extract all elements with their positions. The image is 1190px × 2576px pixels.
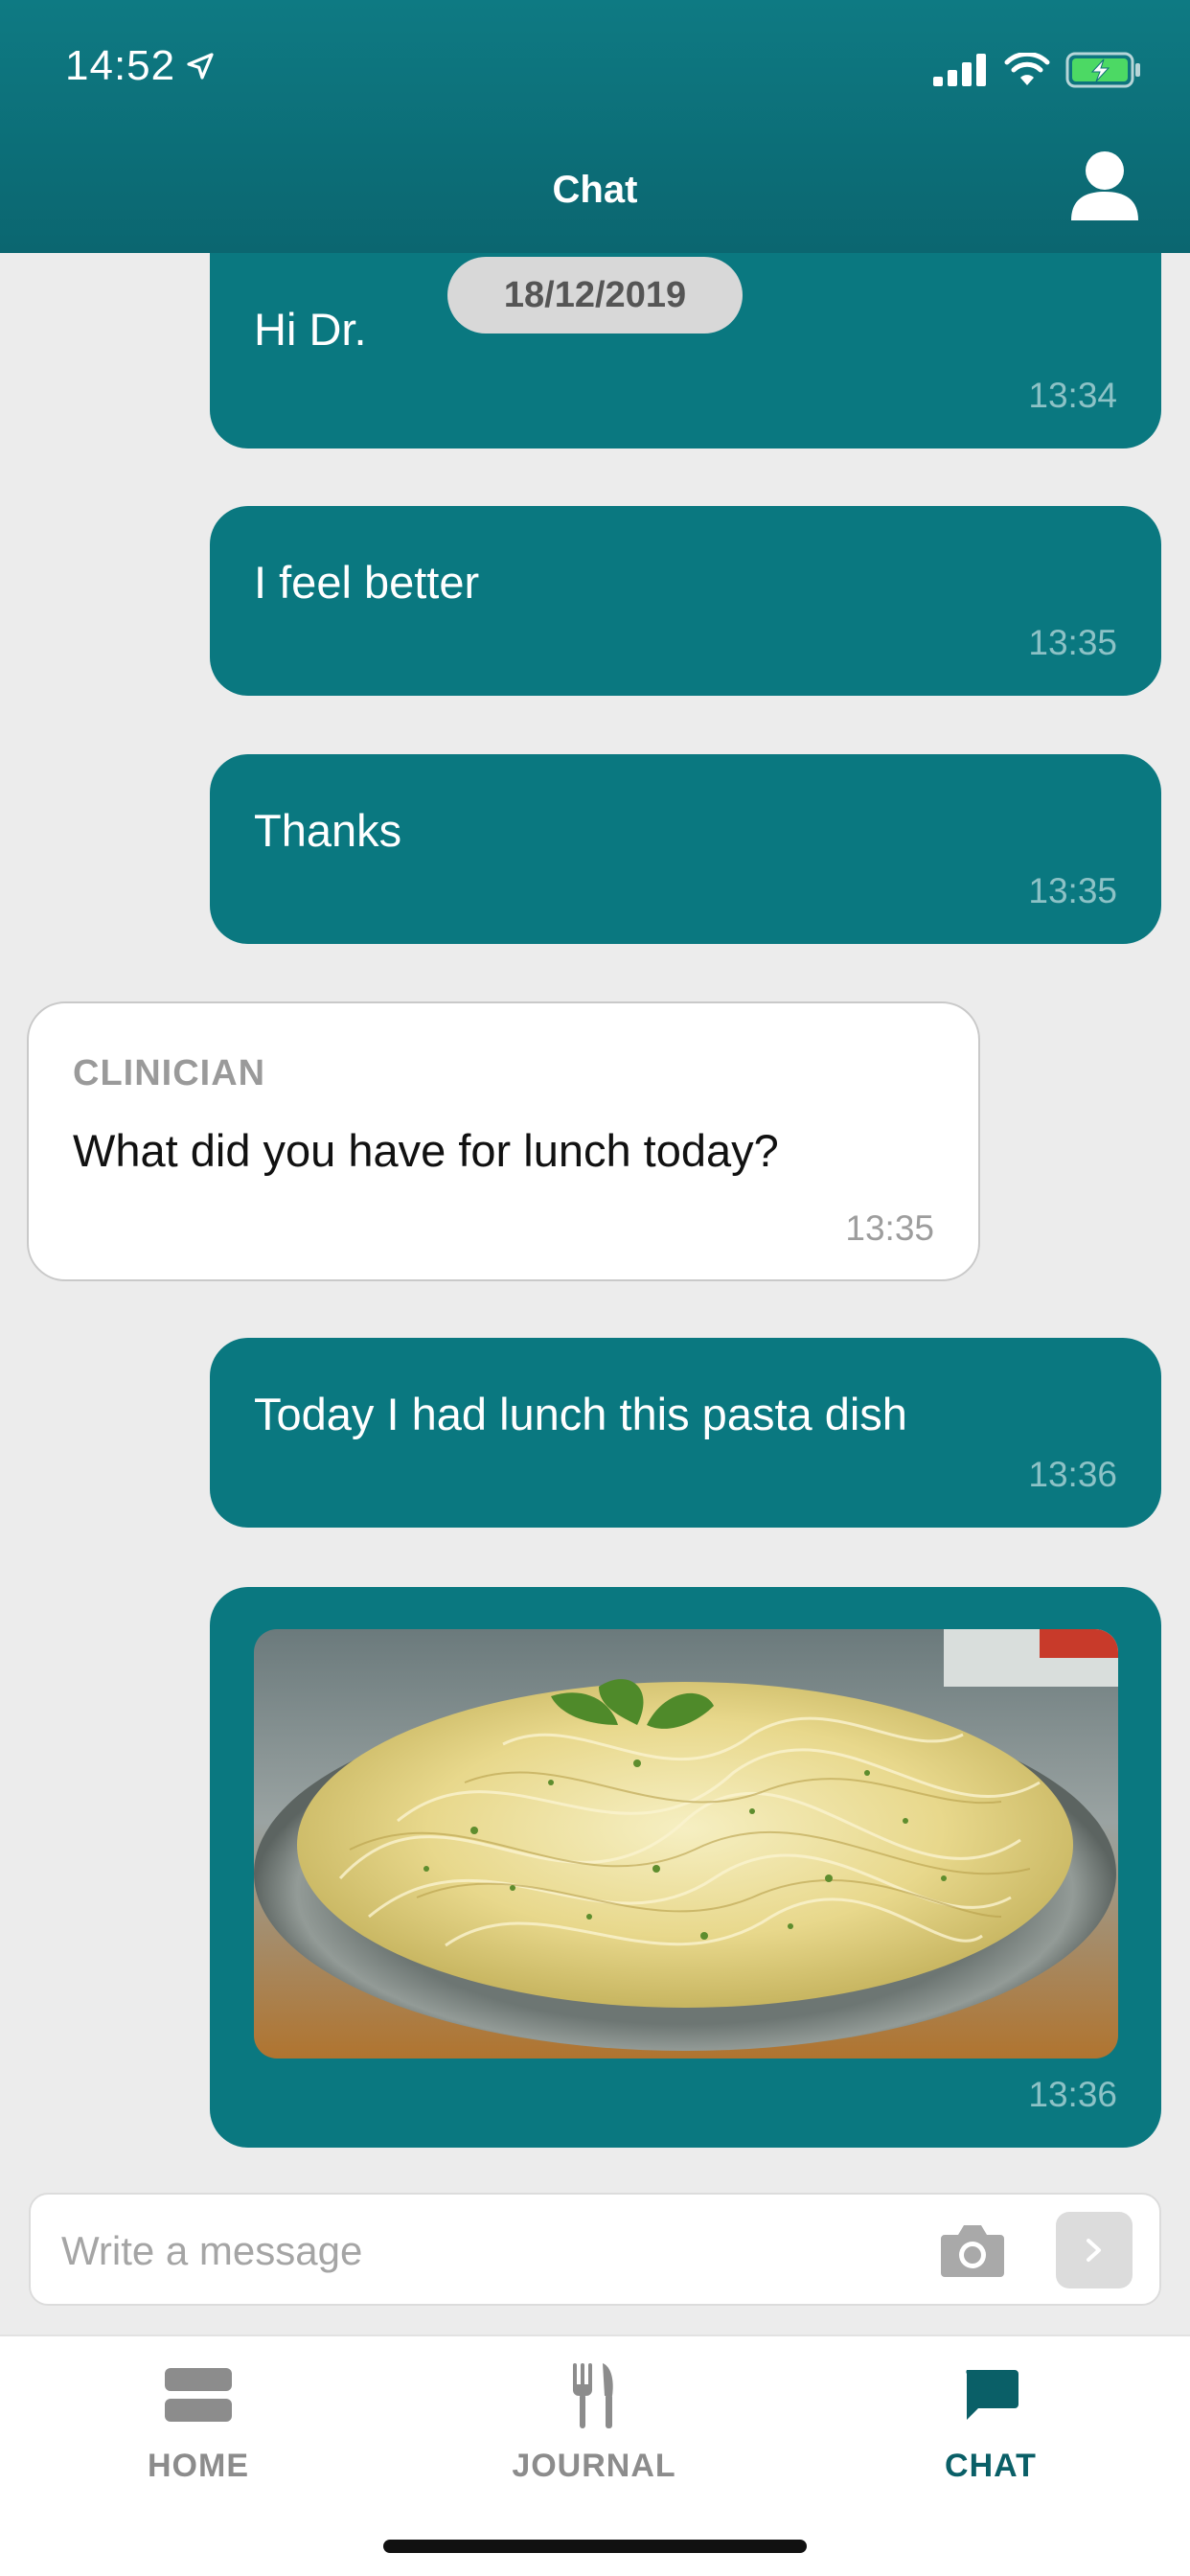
message-bubble-outgoing: Today I had lunch this pasta dish 13:36 [210,1338,1161,1528]
clock-text: 14:52 [65,42,176,89]
message-time: 13:35 [845,1208,934,1248]
message-time: 13:35 [1028,871,1117,910]
message-bubble-incoming: CLINICIAN What did you have for lunch to… [27,1001,980,1281]
message-time: 13:35 [1028,623,1117,662]
message-bubble-image: 13:36 [210,1587,1161,2148]
message-text: I feel better [254,557,480,608]
tab-label: HOME [148,2448,249,2484]
message-sender: CLINICIAN [73,1053,266,1093]
message-text: Hi Dr. [254,304,367,355]
cellular-signal-icon [933,54,986,86]
fork-knife-icon [573,2363,613,2428]
send-button[interactable] [1056,2212,1133,2288]
location-arrow-icon [187,53,214,80]
camera-button[interactable] [939,2220,1006,2279]
app-header: 14:52 Chat [0,0,1190,253]
status-bar-icons [933,52,1142,88]
message-time: 13:36 [1028,1455,1117,1494]
message-text: Today I had lunch this pasta dish [254,1389,907,1439]
message-time: 13:36 [1028,2075,1117,2114]
home-icon [165,2368,232,2422]
status-bar-time: 14:52 [65,42,216,90]
message-time: 13:34 [1028,376,1117,415]
tab-label: CHAT [945,2448,1037,2484]
profile-button[interactable] [1069,150,1140,224]
message-bubble-outgoing: Thanks 13:35 [210,754,1161,944]
home-indicator[interactable] [383,2540,807,2553]
message-composer [29,2193,1161,2306]
pasta-dish-photo[interactable] [254,1629,1118,2058]
message-text: Thanks [254,805,402,856]
chat-bubble-icon [966,2370,1018,2420]
chevron-right-icon [1087,2239,1101,2262]
tab-chat[interactable]: CHAT [847,2358,1134,2485]
tab-journal[interactable]: JOURNAL [450,2358,738,2485]
tab-label: JOURNAL [512,2448,676,2484]
wifi-icon [1004,53,1050,85]
page-title: Chat [552,169,638,211]
message-input[interactable] [59,2221,906,2281]
battery-charging-icon [1065,52,1140,88]
chat-messages-list[interactable]: Hi Dr. 13:34 I feel better 13:35 Thanks … [0,253,1190,2323]
message-text: What did you have for lunch today? [73,1125,779,1176]
message-bubble-outgoing: I feel better 13:35 [210,506,1161,696]
date-separator: 18/12/2019 [447,257,743,334]
tab-home[interactable]: HOME [55,2358,342,2485]
